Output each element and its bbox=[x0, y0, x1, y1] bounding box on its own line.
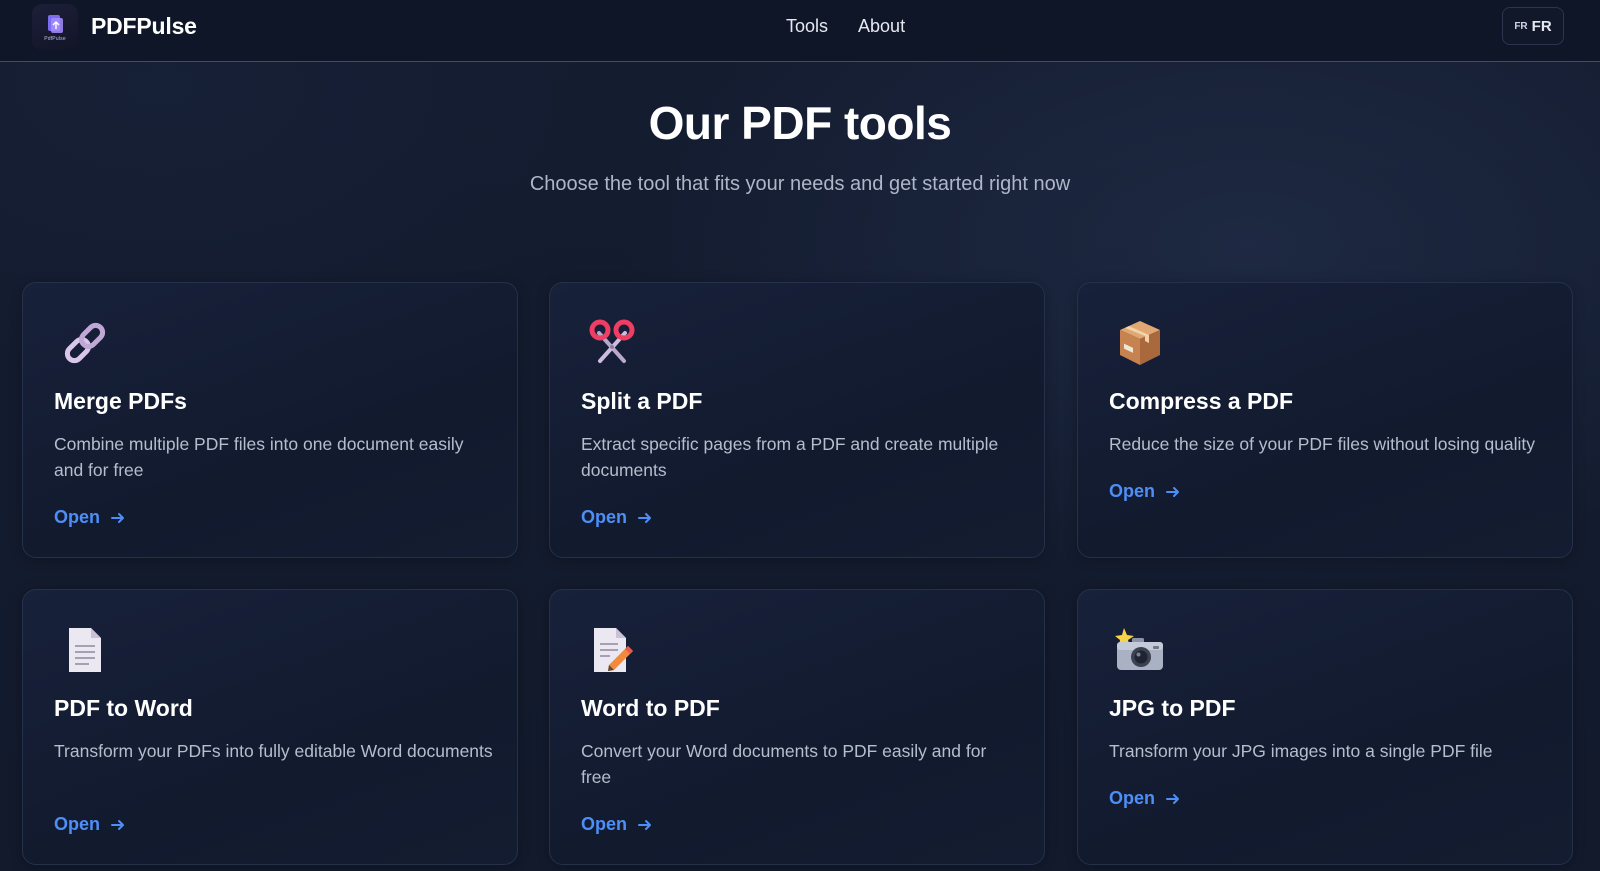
language-switcher[interactable]: FR FR bbox=[1502, 7, 1564, 45]
page-title: Our PDF tools bbox=[648, 97, 952, 149]
camera-flash-icon bbox=[1114, 624, 1166, 676]
arrow-right-icon bbox=[638, 819, 652, 830]
card-description: Extract specific pages from a PDF and cr… bbox=[581, 434, 999, 480]
card-description: Convert your Word documents to PDF easil… bbox=[581, 741, 987, 787]
main-nav: Tools About bbox=[786, 16, 905, 37]
card-description: Combine multiple PDF files into one docu… bbox=[54, 434, 464, 480]
nav-link-about[interactable]: About bbox=[858, 16, 905, 37]
open-label: Open bbox=[581, 507, 628, 527]
tool-card-merge[interactable]: Merge PDFs Combine multiple PDF files in… bbox=[22, 282, 518, 558]
brand-name[interactable]: PDFPulse bbox=[91, 13, 197, 40]
document-edit-icon bbox=[586, 624, 638, 676]
open-merge-link[interactable]: Open bbox=[54, 507, 126, 528]
logo[interactable]: PdfPulse bbox=[32, 4, 78, 50]
arrow-right-icon bbox=[1166, 793, 1180, 804]
card-title: PDF to Word bbox=[54, 695, 193, 721]
tool-card-word-to-pdf[interactable]: Word to PDF Convert your Word documents … bbox=[549, 589, 1045, 865]
language-code: FR bbox=[1531, 17, 1552, 35]
open-label: Open bbox=[1109, 788, 1156, 808]
arrow-right-icon bbox=[1166, 486, 1180, 497]
open-label: Open bbox=[54, 814, 101, 834]
navbar: PdfPulse PDFPulse Tools About FR FR bbox=[0, 0, 1600, 62]
card-description: Transform your PDFs into fully editable … bbox=[54, 741, 493, 761]
document-icon bbox=[59, 624, 111, 676]
card-title: Compress a PDF bbox=[1109, 388, 1294, 414]
card-description: Transform your JPG images into a single … bbox=[1109, 741, 1493, 761]
tool-card-split[interactable]: Split a PDF Extract specific pages from … bbox=[549, 282, 1045, 558]
open-jpg-to-pdf-link[interactable]: Open bbox=[1109, 788, 1181, 809]
open-pdf-to-word-link[interactable]: Open bbox=[54, 814, 126, 835]
tool-card-pdf-to-word[interactable]: PDF to Word Transform your PDFs into ful… bbox=[22, 589, 518, 865]
card-title: JPG to PDF bbox=[1109, 695, 1236, 721]
package-icon bbox=[1114, 317, 1166, 369]
page-subtitle: Choose the tool that fits your needs and… bbox=[529, 173, 1071, 195]
scissors-icon bbox=[586, 317, 638, 369]
logo-text: PdfPulse bbox=[44, 35, 66, 42]
open-label: Open bbox=[54, 507, 101, 527]
card-title: Merge PDFs bbox=[54, 388, 187, 414]
nav-link-tools[interactable]: Tools bbox=[786, 16, 828, 37]
card-title: Word to PDF bbox=[581, 695, 720, 721]
tool-card-compress[interactable]: Compress a PDF Reduce the size of your P… bbox=[1077, 282, 1573, 558]
flag-icon: FR bbox=[1514, 20, 1528, 32]
open-split-link[interactable]: Open bbox=[581, 507, 653, 528]
link-icon bbox=[59, 317, 111, 369]
open-word-to-pdf-link[interactable]: Open bbox=[581, 814, 653, 835]
logo-icon bbox=[48, 14, 63, 33]
arrow-right-icon bbox=[111, 512, 125, 523]
tool-card-jpg-to-pdf[interactable]: JPG to PDF Transform your JPG images int… bbox=[1077, 589, 1573, 865]
card-description: Reduce the size of your PDF files withou… bbox=[1109, 434, 1536, 454]
open-compress-link[interactable]: Open bbox=[1109, 481, 1181, 502]
arrow-right-icon bbox=[638, 512, 652, 523]
arrow-right-icon bbox=[111, 819, 125, 830]
open-label: Open bbox=[581, 814, 628, 834]
card-title: Split a PDF bbox=[581, 388, 703, 414]
open-label: Open bbox=[1109, 481, 1156, 501]
